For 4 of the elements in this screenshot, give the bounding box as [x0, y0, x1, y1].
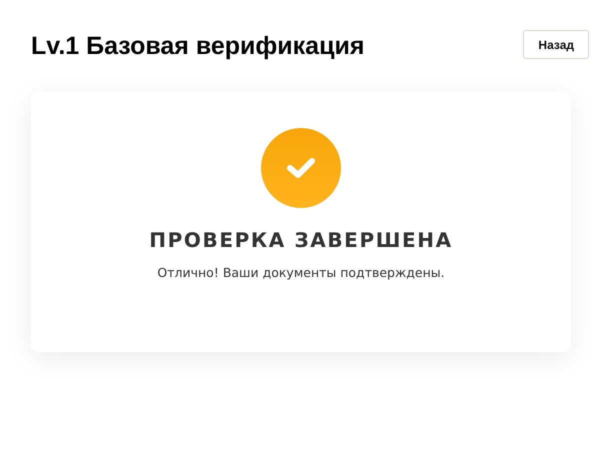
- status-heading: ПРОВЕРКА ЗАВЕРШЕНА: [149, 228, 453, 252]
- status-message: Отлично! Ваши документы подтверждены.: [157, 265, 445, 280]
- page-title: Lv.1 Базовая верификация: [31, 32, 364, 61]
- back-button[interactable]: Назад: [523, 30, 589, 59]
